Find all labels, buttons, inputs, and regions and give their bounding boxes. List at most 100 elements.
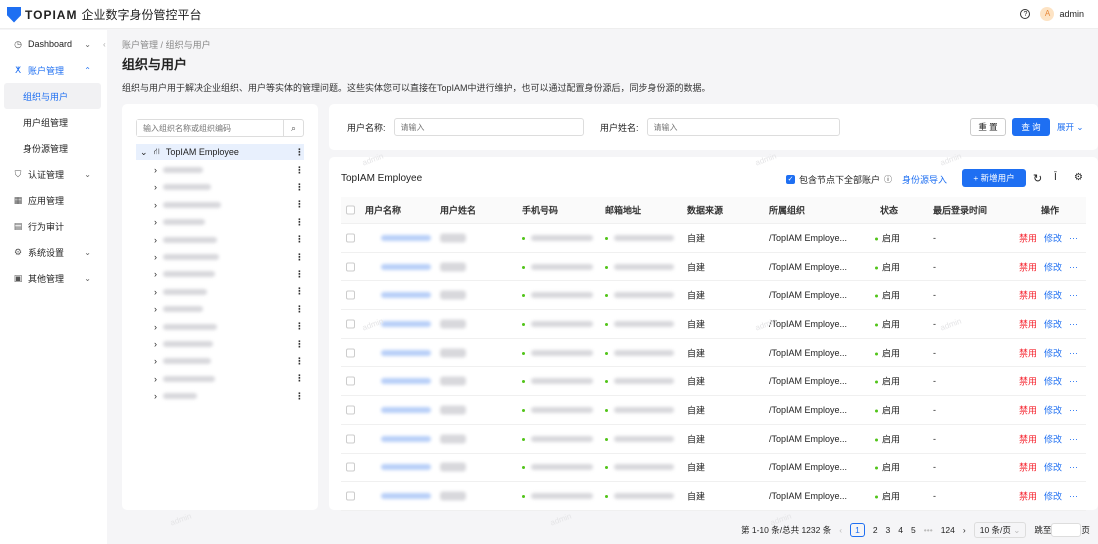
sidebar-item-settings[interactable]: ⚙ 系统设置 ⌄ (0, 239, 107, 265)
prev-page-icon[interactable]: ‹ (839, 525, 842, 535)
caret-right-icon[interactable]: › (154, 304, 157, 314)
sidebar-item-auth[interactable]: ⛉ 认证管理 ⌄ (0, 161, 107, 187)
tree-node[interactable]: › ⋮ (136, 162, 304, 178)
row-checkbox[interactable] (346, 319, 355, 329)
more-actions-button[interactable]: ··· (1069, 348, 1078, 358)
username-input[interactable] (393, 118, 584, 136)
row-checkbox[interactable] (346, 262, 355, 272)
row-checkbox[interactable] (346, 290, 355, 300)
page-1[interactable]: 1 (850, 523, 865, 537)
more-actions-button[interactable]: ··· (1069, 290, 1078, 300)
disable-button[interactable]: 禁用 (1019, 231, 1037, 244)
caret-right-icon[interactable]: › (154, 391, 157, 401)
edit-button[interactable]: 修改 (1044, 346, 1062, 359)
add-user-button[interactable]: + 新增用户 (962, 169, 1026, 187)
username-link[interactable] (381, 234, 431, 241)
more-icon[interactable]: ⋮ (295, 147, 304, 158)
page-ellipsis[interactable]: ••• (924, 525, 933, 535)
more-icon[interactable]: ⋮ (295, 217, 304, 228)
more-actions-button[interactable]: ··· (1069, 262, 1078, 272)
fullname-input[interactable] (646, 118, 840, 136)
sidebar-item-org-users[interactable]: 组织与用户 (4, 83, 101, 109)
jump-input[interactable] (1051, 523, 1082, 537)
more-actions-button[interactable]: ··· (1069, 376, 1078, 386)
question-circle-icon[interactable]: ⓘ (884, 174, 892, 185)
more-icon[interactable]: ⋮ (295, 286, 304, 297)
more-icon[interactable]: ⋮ (295, 269, 304, 280)
sidebar-item-apps[interactable]: ▦ 应用管理 (0, 187, 107, 213)
username-link[interactable] (381, 435, 431, 442)
disable-button[interactable]: 禁用 (1019, 461, 1037, 474)
query-button[interactable]: 查 询 (1012, 118, 1050, 136)
caret-right-icon[interactable]: › (154, 269, 157, 279)
caret-right-icon[interactable]: › (154, 252, 157, 262)
question-circle-icon[interactable]: ? (1020, 9, 1031, 19)
row-checkbox[interactable] (346, 462, 355, 472)
tree-node[interactable]: › ⋮ (136, 353, 304, 369)
more-icon[interactable]: ⋮ (295, 339, 304, 350)
username-link[interactable] (381, 464, 431, 471)
disable-button[interactable]: 禁用 (1019, 490, 1037, 503)
tree-node[interactable]: › ⋮ (136, 371, 304, 387)
reset-button[interactable]: 重 置 (970, 118, 1006, 136)
tree-node[interactable]: › ⋮ (136, 266, 304, 282)
org-search-input[interactable] (137, 120, 283, 136)
more-icon[interactable]: ⋮ (295, 199, 304, 210)
more-icon[interactable]: ⋮ (295, 182, 304, 193)
edit-button[interactable]: 修改 (1044, 490, 1062, 503)
settings-icon[interactable]: ⚙ (1074, 172, 1083, 183)
more-icon[interactable]: ⋮ (295, 321, 304, 332)
sidebar-item-user-groups[interactable]: 用户组管理 (0, 109, 107, 135)
caret-right-icon[interactable]: › (154, 182, 157, 192)
edit-button[interactable]: 修改 (1044, 317, 1062, 330)
more-icon[interactable]: ⋮ (295, 234, 304, 245)
tree-node[interactable]: › ⋮ (136, 301, 304, 317)
sidebar-item-identity-source[interactable]: 身份源管理 (0, 135, 107, 161)
tree-node[interactable]: › ⋮ (136, 214, 304, 230)
row-checkbox[interactable] (346, 434, 355, 444)
breadcrumb-item[interactable]: 账户管理 (122, 40, 158, 50)
disable-button[interactable]: 禁用 (1019, 289, 1037, 302)
user-menu[interactable]: A admin (1040, 7, 1084, 21)
username-link[interactable] (381, 292, 431, 299)
caret-right-icon[interactable]: › (154, 217, 157, 227)
more-icon[interactable]: ⋮ (295, 165, 304, 176)
disable-button[interactable]: 禁用 (1019, 432, 1037, 445)
sidebar-item-audit[interactable]: ▤ 行为审计 (0, 213, 107, 239)
tree-node[interactable]: › ⋮ (136, 249, 304, 265)
page-5[interactable]: 5 (911, 525, 916, 535)
tree-node[interactable]: › ⋮ (136, 284, 304, 300)
caret-right-icon[interactable]: › (154, 235, 157, 245)
collapse-sidebar-button[interactable]: ‹ (103, 40, 106, 49)
row-checkbox[interactable] (346, 348, 355, 358)
username-link[interactable] (381, 349, 431, 356)
sidebar-item-dashboard[interactable]: ◷ Dashboard ⌄ (0, 31, 107, 57)
edit-button[interactable]: 修改 (1044, 403, 1062, 416)
more-actions-button[interactable]: ··· (1069, 233, 1078, 243)
include-sub-checkbox[interactable]: ✓ 包含节点下全部账户 ⓘ (786, 173, 892, 186)
caret-right-icon[interactable]: › (154, 339, 157, 349)
page-size-select[interactable]: 10 条/页 ⌄ (973, 522, 1027, 538)
caret-right-icon[interactable]: › (154, 287, 157, 297)
page-124[interactable]: 124 (941, 525, 955, 535)
disable-button[interactable]: 禁用 (1019, 346, 1037, 359)
expand-button[interactable]: 展开 ⌄ (1057, 118, 1084, 136)
edit-button[interactable]: 修改 (1044, 260, 1062, 273)
tree-node[interactable]: › ⋮ (136, 232, 304, 248)
edit-button[interactable]: 修改 (1044, 289, 1062, 302)
username-link[interactable] (381, 406, 431, 413)
tree-node[interactable]: › ⋮ (136, 388, 304, 404)
density-icon[interactable]: Ī (1054, 172, 1057, 183)
username-link[interactable] (381, 378, 431, 385)
sidebar-item-account[interactable]: ⵅ 账户管理 ⌃ (0, 57, 107, 83)
tree-node-root[interactable]: ⌄ ⛙ TopIAM Employee ⋮ (136, 144, 304, 160)
more-actions-button[interactable]: ··· (1069, 319, 1078, 329)
more-icon[interactable]: ⋮ (295, 373, 304, 384)
import-button[interactable]: 身份源导入 (902, 173, 947, 186)
more-actions-button[interactable]: ··· (1069, 434, 1078, 444)
page-2[interactable]: 2 (873, 525, 878, 535)
caret-right-icon[interactable]: › (154, 374, 157, 384)
username-link[interactable] (381, 263, 431, 270)
caret-down-icon[interactable]: ⌄ (140, 147, 148, 158)
row-checkbox[interactable] (346, 491, 355, 501)
